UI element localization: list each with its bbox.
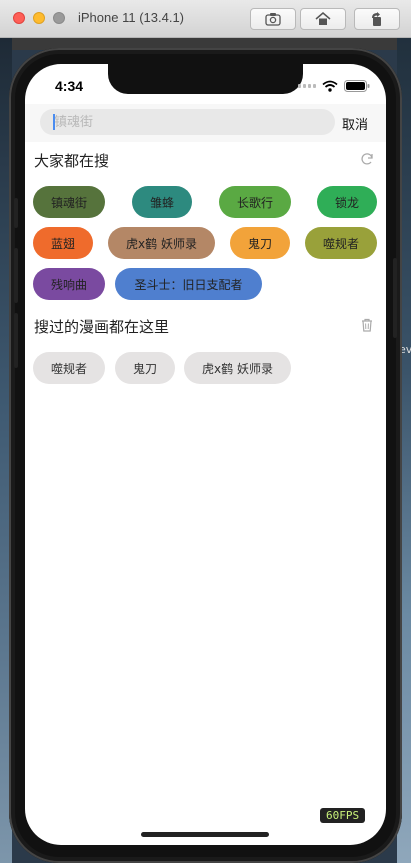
search-input[interactable]: [40, 109, 335, 135]
hot-tag[interactable]: 长歌行: [219, 186, 291, 218]
history-tag[interactable]: 噬规者: [33, 352, 105, 384]
cellular-signal-icon: [298, 84, 316, 88]
trash-icon[interactable]: [360, 318, 374, 332]
hot-tag[interactable]: 虎x鹤 妖师录: [108, 227, 215, 259]
hot-tag[interactable]: 圣斗士：旧日支配者: [115, 268, 262, 300]
history-tag-label: 鬼刀: [132, 361, 157, 376]
app-screen: 4:34 取消 大家都在搜 镇魂街 雏蜂 长歌行 锁龙 蓝翅 虎x鹤 妖师录: [25, 64, 386, 845]
home-indicator[interactable]: [141, 832, 269, 837]
hot-tag-label: 鬼刀: [247, 236, 272, 251]
hot-tag[interactable]: 残响曲: [33, 268, 105, 300]
rotate-button[interactable]: [354, 8, 400, 30]
camera-icon: [265, 13, 281, 26]
hot-tag-label: 锁龙: [334, 195, 359, 210]
wifi-icon: [322, 80, 338, 92]
search-bar: 取消: [25, 104, 386, 142]
hot-tag[interactable]: 噬规者: [305, 227, 377, 259]
hot-tag[interactable]: 雏蜂: [132, 186, 192, 218]
home-icon: [315, 12, 331, 25]
hot-tag[interactable]: 镇魂街: [33, 186, 105, 218]
volume-up-button: [14, 248, 18, 303]
volume-down-button: [14, 313, 18, 368]
hot-search-title: 大家都在搜: [34, 152, 110, 170]
hot-tag-label: 虎x鹤 妖师录: [126, 236, 197, 251]
hot-tag-label: 蓝翅: [50, 236, 75, 251]
window-close-button[interactable]: [13, 12, 25, 24]
hot-tag[interactable]: 蓝翅: [33, 227, 93, 259]
status-time: 4:34: [55, 78, 84, 94]
rotate-icon: [372, 12, 381, 26]
history-title: 搜过的漫画都在这里: [34, 318, 170, 336]
history-tag[interactable]: 鬼刀: [115, 352, 175, 384]
history-tag[interactable]: 虎x鹤 妖师录: [184, 352, 291, 384]
text-cursor: [53, 114, 55, 130]
home-button[interactable]: [300, 8, 346, 30]
hot-tag-label: 残响曲: [50, 277, 87, 292]
hot-tag[interactable]: 锁龙: [317, 186, 377, 218]
hot-tag[interactable]: 鬼刀: [230, 227, 290, 259]
hot-tag-label: 噬规者: [322, 236, 359, 251]
hot-tag-label: 镇魂街: [50, 195, 87, 210]
cancel-button[interactable]: 取消: [342, 114, 368, 133]
refresh-icon[interactable]: [360, 152, 374, 166]
hot-tag-label: 长歌行: [236, 195, 273, 210]
screenshot-button[interactable]: [250, 8, 296, 30]
hot-tag-label: 雏蜂: [149, 195, 174, 210]
simulator-title-bar: iPhone 11 (13.4.1): [0, 0, 411, 38]
hot-tag-label: 圣斗士：旧日支配者: [134, 277, 243, 292]
power-button: [393, 258, 397, 338]
fps-counter: 60FPS: [320, 808, 366, 823]
status-icons: [298, 80, 370, 92]
window-title: iPhone 11 (13.4.1): [78, 10, 184, 25]
history-tag-label: 虎x鹤 妖师录: [202, 361, 273, 376]
battery-icon: [344, 80, 370, 92]
window-minimize-button[interactable]: [33, 12, 45, 24]
notch: [108, 64, 303, 94]
window-zoom-button[interactable]: [53, 12, 65, 24]
history-tag-label: 噬规者: [50, 361, 87, 376]
mute-switch: [14, 198, 18, 228]
